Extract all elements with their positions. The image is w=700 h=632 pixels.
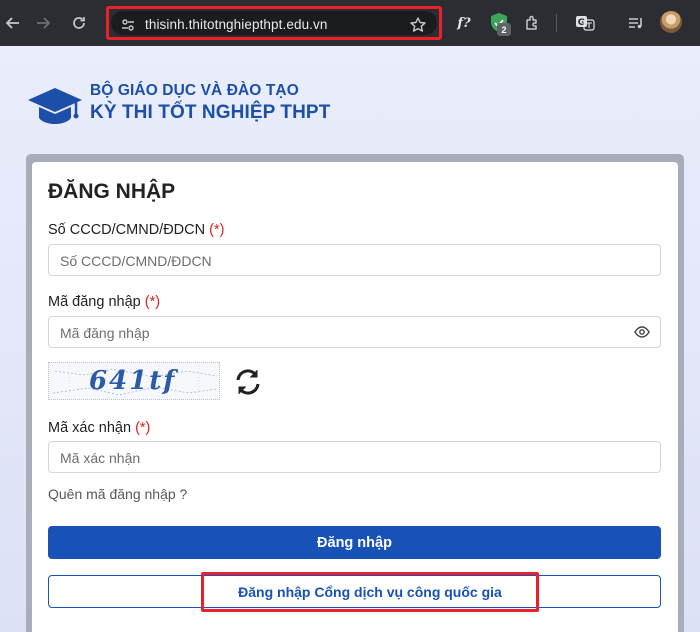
- login-code-label-text: Mã đăng nhập: [48, 294, 141, 310]
- login-code-placeholder: Mã đăng nhập: [60, 325, 150, 341]
- required-mark: (*): [144, 294, 161, 310]
- star-icon[interactable]: [409, 16, 427, 34]
- captcha-label-text: Mã xác nhận: [48, 420, 132, 436]
- captcha-input[interactable]: Mã xác nhận: [48, 441, 661, 473]
- show-password-eye-icon[interactable]: [634, 325, 650, 339]
- reload-icon[interactable]: [66, 10, 92, 36]
- id-label-text: Số CCCD/CMND/ĐDCN: [48, 222, 206, 238]
- id-placeholder: Số CCCD/CMND/ĐDCN: [60, 253, 212, 269]
- back-icon[interactable]: [0, 10, 26, 36]
- required-mark: (*): [135, 420, 151, 436]
- browser-toolbar: thisinh.thitotnghiepthpt.edu.vn f? 2 G: [0, 0, 700, 46]
- captcha-image: 641tf: [48, 362, 220, 400]
- exam-name: KỲ THI TỐT NGHIỆP THPT: [90, 102, 331, 123]
- address-bar-highlight: thisinh.thitotnghiepthpt.edu.vn: [106, 6, 442, 40]
- address-bar[interactable]: thisinh.thitotnghiepthpt.edu.vn: [111, 11, 437, 35]
- media-queue-icon[interactable]: [624, 11, 648, 35]
- id-number-input[interactable]: Số CCCD/CMND/ĐDCN: [48, 244, 661, 276]
- forward-icon[interactable]: [30, 10, 56, 36]
- captcha-label: Mã xác nhận (*): [48, 420, 150, 436]
- captcha-placeholder: Mã xác nhận: [60, 450, 141, 466]
- function-extension-icon[interactable]: f?: [452, 11, 476, 35]
- id-label: Số CCCD/CMND/ĐDCN (*): [48, 222, 224, 238]
- login-code-label: Mã đăng nhập (*): [48, 294, 160, 310]
- login-card-frame: ĐĂNG NHẬP Số CCCD/CMND/ĐDCN (*) Số CCCD/…: [26, 154, 684, 632]
- login-code-input[interactable]: Mã đăng nhập: [48, 316, 661, 348]
- national-portal-button-label[interactable]: Đăng nhập Cổng dịch vụ công quốc gia: [201, 572, 539, 612]
- login-card: ĐĂNG NHẬP Số CCCD/CMND/ĐDCN (*) Số CCCD/…: [32, 162, 678, 632]
- brand-header: BỘ GIÁO DỤC VÀ ĐÀO TẠO KỲ THI TỐT NGHIỆP…: [26, 80, 366, 132]
- page-content: BỘ GIÁO DỤC VÀ ĐÀO TẠO KỲ THI TỐT NGHIỆP…: [0, 46, 700, 632]
- url-text[interactable]: thisinh.thitotnghiepthpt.edu.vn: [145, 17, 327, 32]
- captcha-text: 641tf: [89, 366, 177, 396]
- translate-icon[interactable]: G: [573, 11, 597, 35]
- extension-count-badge: 2: [497, 23, 511, 36]
- site-info-icon[interactable]: [120, 17, 136, 33]
- toolbar-divider: [556, 14, 557, 32]
- forgot-login-code-link[interactable]: Quên mã đăng nhập ?: [48, 486, 187, 502]
- form-title: ĐĂNG NHẬP: [48, 180, 176, 203]
- graduation-cap-icon: [26, 84, 84, 126]
- refresh-captcha-icon[interactable]: [232, 366, 264, 398]
- puzzle-extensions-icon[interactable]: [520, 11, 544, 35]
- profile-avatar[interactable]: [660, 11, 682, 33]
- required-mark: (*): [209, 222, 225, 238]
- ministry-name: BỘ GIÁO DỤC VÀ ĐÀO TẠO: [90, 82, 299, 99]
- login-button[interactable]: Đăng nhập: [48, 526, 661, 559]
- national-portal-login-button[interactable]: Đăng nhập Cổng dịch vụ công quốc gia: [48, 572, 661, 612]
